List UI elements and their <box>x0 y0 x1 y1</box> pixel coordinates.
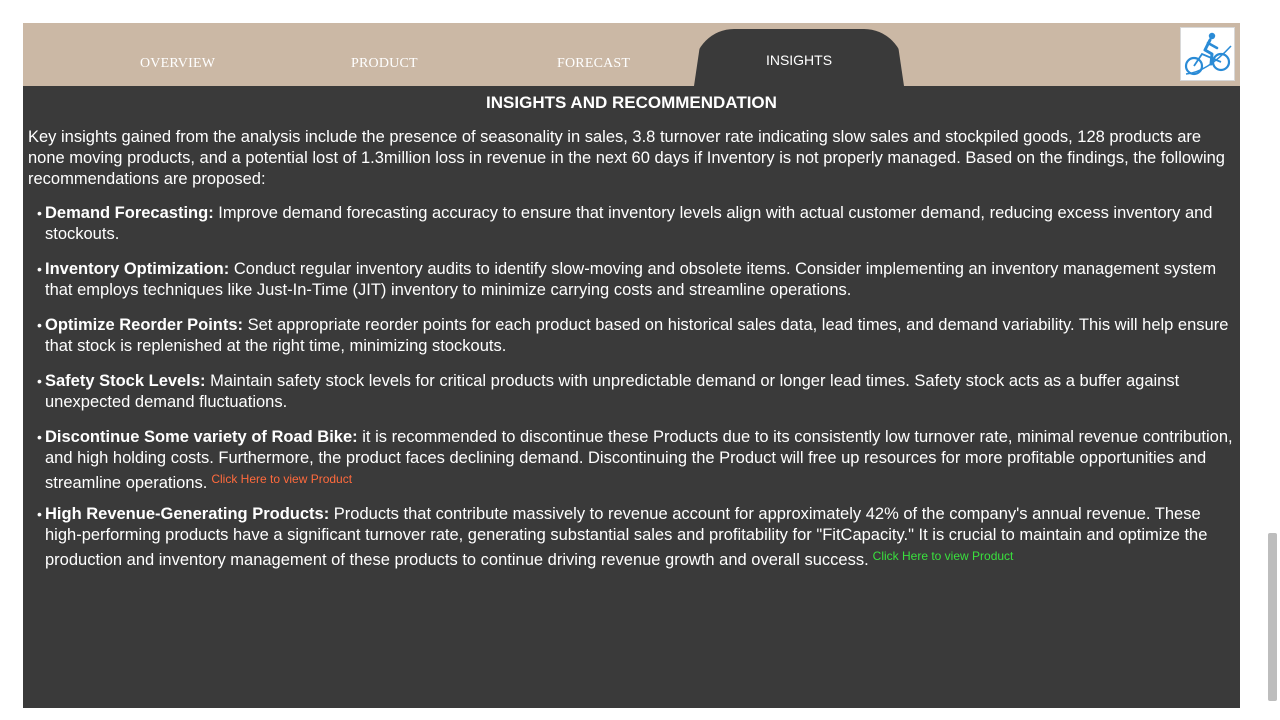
cyclist-icon <box>1180 27 1235 81</box>
recommendation-title: Optimize Reorder Points: <box>45 316 244 334</box>
recommendation-title: Demand Forecasting: <box>45 204 214 222</box>
view-product-link-discontinue[interactable]: Click Here to view Product <box>211 472 352 486</box>
recommendation-body: Optimize Reorder Points: Set appropriate… <box>45 315 1238 357</box>
recommendation-body: Discontinue Some variety of Road Bike: i… <box>45 427 1238 494</box>
scrollbar-thumb[interactable] <box>1268 533 1277 701</box>
tab-insights[interactable]: INSIGHTS <box>694 29 904 86</box>
recommendation-title: High Revenue-Generating Products: <box>45 505 330 523</box>
recommendation-title: Discontinue Some variety of Road Bike: <box>45 428 358 446</box>
bullet-icon: • <box>37 373 42 389</box>
bullet-icon: • <box>37 429 42 445</box>
recommendation-title: Inventory Optimization: <box>45 260 230 278</box>
bullet-icon: • <box>37 205 42 221</box>
page-title: INSIGHTS AND RECOMMENDATION <box>486 93 777 112</box>
recommendation-body: Demand Forecasting: Improve demand forec… <box>45 203 1238 245</box>
recommendation-body: High Revenue-Generating Products: Produc… <box>45 504 1238 571</box>
tab-product[interactable]: PRODUCT <box>351 56 418 72</box>
tab-overview[interactable]: OVERVIEW <box>140 56 215 72</box>
bullet-icon: • <box>37 506 42 522</box>
bullet-icon: • <box>37 261 42 277</box>
report-canvas: OVERVIEW PRODUCT FORECAST INSIGHTS INSIG… <box>23 23 1240 708</box>
intro-paragraph: Key insights gained from the analysis in… <box>28 128 1225 188</box>
tab-insights-label: INSIGHTS <box>765 52 833 68</box>
recommendation-text: Improve demand forecasting accuracy to e… <box>45 204 1213 243</box>
tab-forecast[interactable]: FORECAST <box>557 56 630 72</box>
recommendation-title: Safety Stock Levels: <box>45 372 206 390</box>
recommendation-body: Inventory Optimization: Conduct regular … <box>45 259 1238 301</box>
recommendation-text: Maintain safety stock levels for critica… <box>45 372 1180 411</box>
recommendation-body: Safety Stock Levels: Maintain safety sto… <box>45 371 1238 413</box>
bullet-icon: • <box>37 317 42 333</box>
top-nav-bar: OVERVIEW PRODUCT FORECAST INSIGHTS <box>23 23 1240 86</box>
view-product-link-high-revenue[interactable]: Click Here to view Product <box>873 549 1014 563</box>
